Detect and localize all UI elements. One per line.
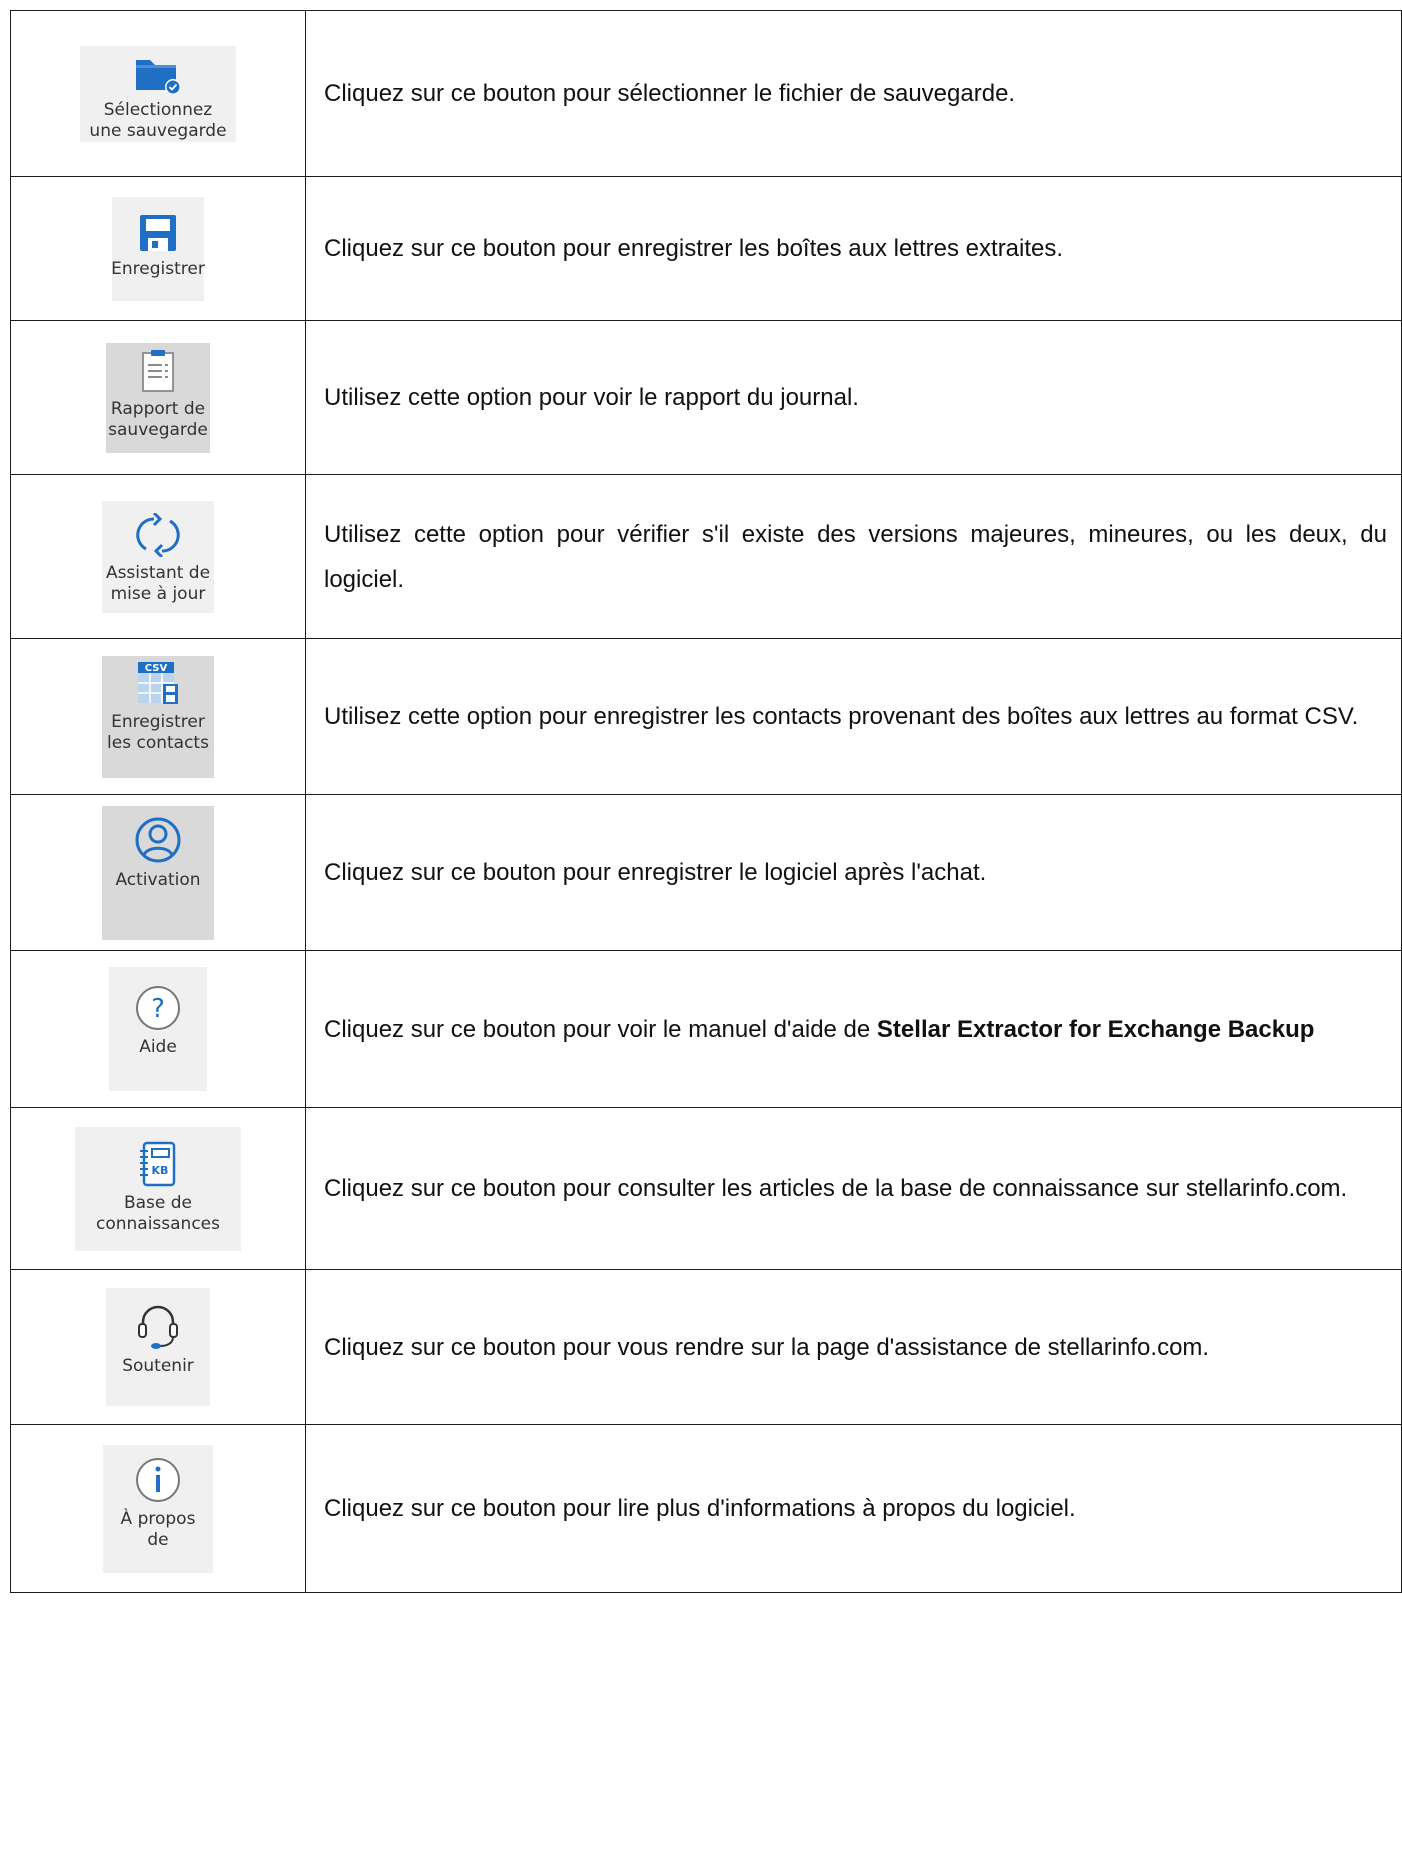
toolbar-reference-table: Sélectionnez une sauvegarde Cliquez sur … xyxy=(10,10,1402,1593)
description-cell: Utilisez cette option pour voir le rappo… xyxy=(305,320,1402,475)
clipboard-report-icon xyxy=(142,349,174,392)
product-name: Stellar Extractor for Exchange Backup xyxy=(876,1015,1315,1043)
icon-cell: CSV Enregistrer les contacts xyxy=(10,638,306,795)
about-button[interactable]: À propos de xyxy=(103,1444,213,1573)
support-button[interactable]: Soutenir xyxy=(106,1288,210,1406)
icon-cell: ? Aide xyxy=(10,950,306,1108)
table-row: Activation Cliquez sur ce bouton pour en… xyxy=(10,794,1402,951)
description-cell: Cliquez sur ce bouton pour enregistrer l… xyxy=(305,794,1402,951)
select-backup-button[interactable]: Sélectionnez une sauvegarde xyxy=(80,45,236,142)
icon-cell: Sélectionnez une sauvegarde xyxy=(10,10,306,177)
table-row: Enregistrer Cliquez sur ce bouton pour e… xyxy=(10,176,1402,321)
description-cell: Utilisez cette option pour enregistrer l… xyxy=(305,638,1402,795)
info-circle-icon xyxy=(136,1457,180,1502)
icon-cell: Activation xyxy=(10,794,306,951)
update-wizard-button[interactable]: Assistant de mise à jour xyxy=(102,500,214,613)
table-row: Soutenir Cliquez sur ce bouton pour vous… xyxy=(10,1269,1402,1425)
refresh-arrows-icon xyxy=(136,512,180,557)
help-description-text: Cliquez sur ce bouton pour voir le manue… xyxy=(324,1015,877,1043)
description-cell: Cliquez sur ce bouton pour vous rendre s… xyxy=(305,1269,1402,1425)
floppy-disk-icon xyxy=(140,214,176,251)
save-button[interactable]: Enregistrer xyxy=(111,196,205,301)
activation-button[interactable]: Activation xyxy=(102,805,214,940)
headset-icon xyxy=(138,1305,178,1349)
description-cell: Cliquez sur ce bouton pour lire plus d'i… xyxy=(305,1424,1402,1593)
activation-label: Activation xyxy=(115,869,201,890)
support-label: Soutenir xyxy=(122,1356,194,1376)
description-cell: Cliquez sur ce bouton pour consulter les… xyxy=(305,1107,1402,1270)
question-circle-icon: ? xyxy=(136,986,180,1030)
knowledge-base-label: Base de connaissances xyxy=(95,1192,220,1234)
about-label: À propos de xyxy=(120,1508,196,1550)
backup-report-button[interactable]: Rapport de sauvegarde xyxy=(106,342,210,453)
help-label: Aide xyxy=(139,1037,177,1057)
folder-check-icon xyxy=(136,59,181,94)
user-circle-icon xyxy=(135,817,181,862)
table-row: Sélectionnez une sauvegarde Cliquez sur … xyxy=(10,10,1402,177)
icon-cell: KB Base de connaissances xyxy=(10,1107,306,1270)
knowledge-base-button[interactable]: KB Base de connaissances xyxy=(75,1126,241,1251)
select-backup-label: Sélectionnez une sauvegarde xyxy=(89,99,227,141)
table-row: À propos de Cliquez sur ce bouton pour l… xyxy=(10,1424,1402,1593)
icon-cell: Soutenir xyxy=(10,1269,306,1425)
backup-report-label: Rapport de sauvegarde xyxy=(108,398,208,440)
update-wizard-label: Assistant de mise à jour xyxy=(105,562,211,604)
svg-text:KB: KB xyxy=(152,1164,169,1177)
description-cell: Cliquez sur ce bouton pour sélectionner … xyxy=(305,10,1402,177)
table-row: Rapport de sauvegarde Utilisez cette opt… xyxy=(10,320,1402,475)
description-cell: Utilisez cette option pour vérifier s'il… xyxy=(305,474,1402,639)
svg-text:CSV: CSV xyxy=(145,663,168,674)
save-contacts-label: Enregistrer les contacts xyxy=(107,711,209,753)
save-contacts-button[interactable]: CSV Enregistrer les contacts xyxy=(102,655,214,778)
csv-file-icon: CSV xyxy=(138,661,178,704)
icon-cell: À propos de xyxy=(10,1424,306,1593)
help-button[interactable]: ? Aide xyxy=(109,967,207,1091)
description-cell: Cliquez sur ce bouton pour voir le manue… xyxy=(305,950,1402,1108)
knowledge-base-icon: KB xyxy=(140,1141,176,1186)
svg-text:?: ? xyxy=(151,994,165,1024)
table-row: CSV Enregistrer les contacts Utilisez ce… xyxy=(10,638,1402,795)
table-row: ? Aide Cliquez sur ce bouton pour voir l… xyxy=(10,950,1402,1108)
description-cell: Cliquez sur ce bouton pour enregistrer l… xyxy=(305,176,1402,321)
save-label: Enregistrer xyxy=(111,258,205,279)
icon-cell: Enregistrer xyxy=(10,176,306,321)
icon-cell: Assistant de mise à jour xyxy=(10,474,306,639)
table-row: Assistant de mise à jour Utilisez cette … xyxy=(10,474,1402,639)
table-row: KB Base de connaissances Cliquez sur ce … xyxy=(10,1107,1402,1270)
icon-cell: Rapport de sauvegarde xyxy=(10,320,306,475)
